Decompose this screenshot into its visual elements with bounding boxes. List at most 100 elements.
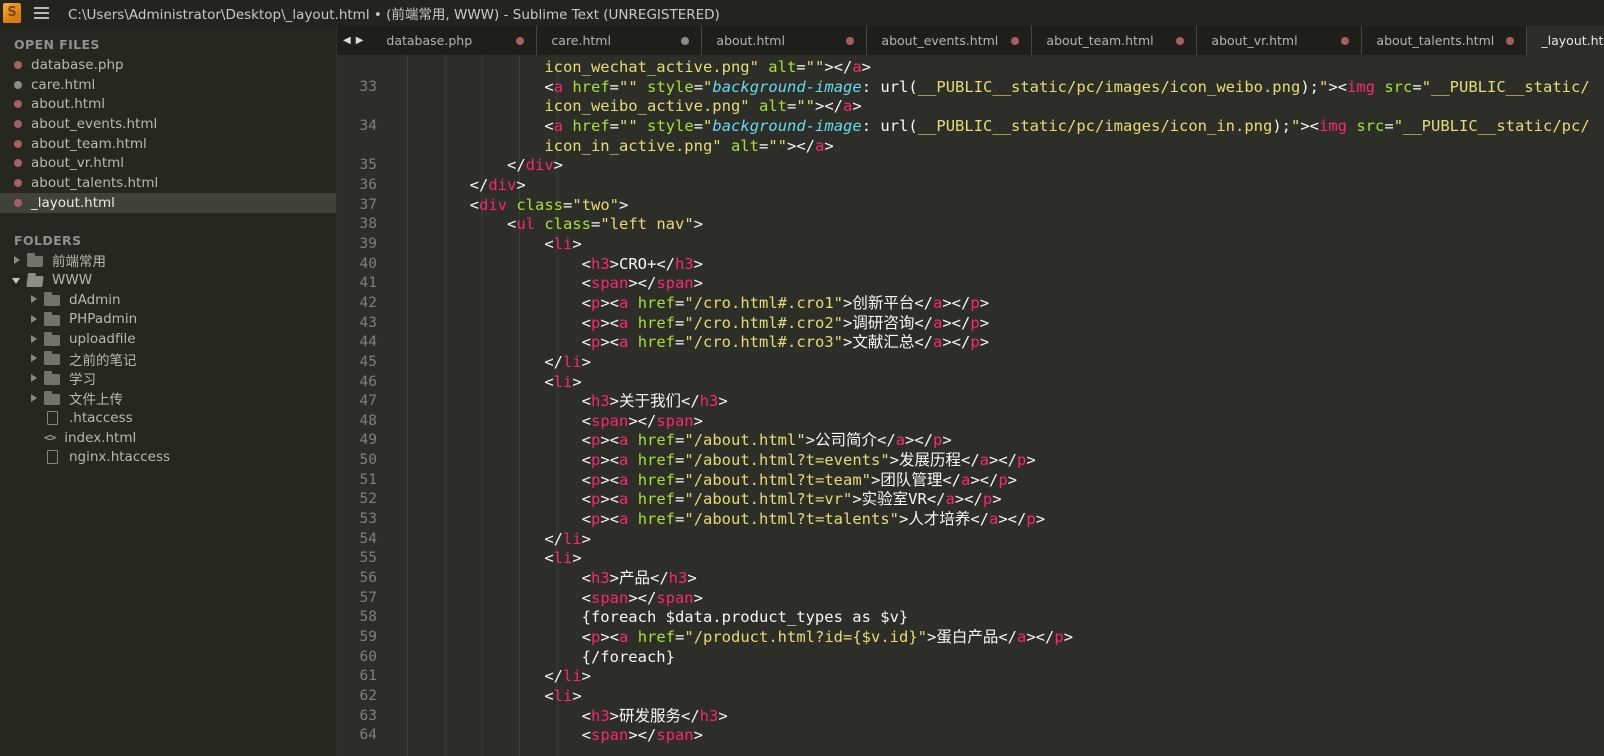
open-file-item[interactable]: _layout.html <box>0 193 336 213</box>
code-line: icon_weibo_active.png" alt=""></a> <box>337 97 1604 117</box>
code-line: 56 <h3>产品</h3> <box>337 569 1604 589</box>
code-text: icon_weibo_active.png" alt=""></a> <box>391 97 1604 117</box>
tab-database-php[interactable]: database.php <box>372 26 537 55</box>
tab-scroll-left-icon[interactable]: ◀ <box>343 35 351 46</box>
open-file-label: database.php <box>31 57 124 73</box>
folder-item[interactable]: 文件上传 <box>0 388 336 408</box>
open-file-label: care.html <box>31 77 95 93</box>
disclosure-expanded-icon[interactable] <box>12 276 27 285</box>
disclosure-collapsed-icon[interactable] <box>29 315 44 324</box>
open-file-label: _layout.html <box>31 195 115 211</box>
menu-icon[interactable] <box>34 7 49 19</box>
modified-dot <box>14 100 22 108</box>
open-files-header: OPEN FILES <box>0 34 336 55</box>
code-text: <li> <box>391 549 1604 569</box>
folder-item[interactable]: 学习 <box>0 369 336 389</box>
file-item[interactable]: <>index.html <box>0 428 336 448</box>
disclosure-collapsed-icon[interactable] <box>29 295 44 304</box>
code-line: 61 </li> <box>337 667 1604 687</box>
tab-_layout-html[interactable]: _layout.html <box>1527 26 1604 55</box>
modified-dot <box>14 199 22 207</box>
folder-item[interactable]: WWW <box>0 270 336 290</box>
tab-care-html[interactable]: care.html <box>537 26 702 55</box>
code-text: <ul class="left nav"> <box>391 215 1604 235</box>
folder-item[interactable]: dAdmin <box>0 290 336 310</box>
open-file-item[interactable]: care.html <box>0 75 336 95</box>
code-text: <a href="" style="background-image: url(… <box>391 78 1604 98</box>
code-text: icon_in_active.png" alt=""></a> <box>391 137 1604 157</box>
open-file-label: about.html <box>31 96 105 112</box>
tree-label: 学习 <box>69 368 96 388</box>
modified-dot <box>14 120 22 128</box>
file-item[interactable]: nginx.htaccess <box>0 447 336 467</box>
tab-scroll-right-icon[interactable]: ▶ <box>356 35 364 46</box>
line-number: 58 <box>337 608 391 628</box>
code-text: <p><a href="/about.html?t=talents">人才培养<… <box>391 510 1604 530</box>
code-line: 55 <li> <box>337 549 1604 569</box>
tab-label: database.php <box>386 33 508 48</box>
code-line: 63 <h3>研发服务</h3> <box>337 707 1604 727</box>
code-line: 62 <li> <box>337 687 1604 707</box>
disclosure-collapsed-icon[interactable] <box>29 394 44 403</box>
code-text: <p><a href="/cro.html#.cro2">调研咨询</a></p… <box>391 314 1604 334</box>
tree-label: 文件上传 <box>69 388 123 408</box>
line-number: 51 <box>337 471 391 491</box>
open-file-item[interactable]: about_talents.html <box>0 173 336 193</box>
disclosure-collapsed-icon[interactable] <box>12 256 27 265</box>
folder-icon <box>44 354 60 365</box>
code-text: <span></span> <box>391 589 1604 609</box>
code-line: icon_wechat_active.png" alt=""></a> <box>337 58 1604 78</box>
tab-about_vr-html[interactable]: about_vr.html <box>1197 26 1362 55</box>
line-number: 34 <box>337 117 391 137</box>
file-icon <box>47 411 58 425</box>
code-text: <li> <box>391 373 1604 393</box>
open-file-label: about_vr.html <box>31 155 124 171</box>
open-file-item[interactable]: about.html <box>0 94 336 114</box>
tab-about-html[interactable]: about.html <box>702 26 867 55</box>
open-file-item[interactable]: database.php <box>0 55 336 75</box>
code-line: 59 <p><a href="/product.html?id={$v.id}"… <box>337 628 1604 648</box>
code-text: <h3>CRO+</h3> <box>391 255 1604 275</box>
folder-item[interactable]: uploadfile <box>0 329 336 349</box>
folder-icon <box>44 295 60 306</box>
line-number: 63 <box>337 707 391 727</box>
code-line: 60 {/foreach} <box>337 648 1604 668</box>
line-number: 60 <box>337 648 391 668</box>
tree-label: index.html <box>64 430 136 446</box>
disclosure-collapsed-icon[interactable] <box>29 374 44 383</box>
line-number: 42 <box>337 294 391 314</box>
disclosure-collapsed-icon[interactable] <box>29 335 44 344</box>
line-number: 48 <box>337 412 391 432</box>
folder-item[interactable]: PHPadmin <box>0 310 336 330</box>
modified-dot <box>1506 37 1514 45</box>
tab-label: _layout.html <box>1541 33 1604 48</box>
code-text: <span></span> <box>391 726 1604 746</box>
code-line: 58 {foreach $data.product_types as $v} <box>337 608 1604 628</box>
code-text: <span></span> <box>391 274 1604 294</box>
tab-about_events-html[interactable]: about_events.html <box>867 26 1032 55</box>
folder-icon <box>44 394 60 405</box>
code-line: 57 <span></span> <box>337 589 1604 609</box>
modified-dot <box>14 159 22 167</box>
code-text: <h3>关于我们</h3> <box>391 392 1604 412</box>
open-file-item[interactable]: about_events.html <box>0 114 336 134</box>
tab-about_talents-html[interactable]: about_talents.html <box>1362 26 1527 55</box>
open-file-item[interactable]: about_team.html <box>0 134 336 154</box>
tab-about_team-html[interactable]: about_team.html <box>1032 26 1197 55</box>
folder-item[interactable]: 之前的笔记 <box>0 349 336 369</box>
folder-item[interactable]: 前端常用 <box>0 251 336 271</box>
disclosure-collapsed-icon[interactable] <box>29 354 44 363</box>
line-number: 46 <box>337 373 391 393</box>
code-line: 50 <p><a href="/about.html?t=events">发展历… <box>337 451 1604 471</box>
line-number: 45 <box>337 353 391 373</box>
file-item[interactable]: .htaccess <box>0 408 336 428</box>
folder-tree: 前端常用WWWdAdminPHPadminuploadfile之前的笔记学习文件… <box>0 251 336 468</box>
file-icon <box>47 450 58 464</box>
open-file-item[interactable]: about_vr.html <box>0 153 336 173</box>
code-line: 64 <span></span> <box>337 726 1604 746</box>
code-editor[interactable]: icon_wechat_active.png" alt=""></a>33 <a… <box>337 55 1604 756</box>
tab-scroll-controls: ◀ ▶ <box>337 26 372 55</box>
line-number: 35 <box>337 156 391 176</box>
line-number: 47 <box>337 392 391 412</box>
code-line: 35 </div> <box>337 156 1604 176</box>
